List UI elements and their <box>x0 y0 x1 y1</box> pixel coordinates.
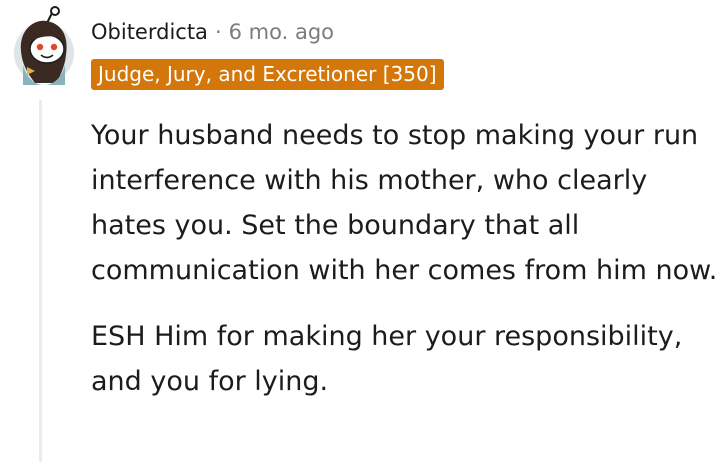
user-flair: Judge, Jury, and Excretioner [350] <box>91 59 444 90</box>
username-link[interactable]: Obiterdicta <box>91 17 208 47</box>
comment-paragraph: ESH Him for making her your responsibili… <box>91 321 683 397</box>
user-avatar[interactable] <box>13 5 75 87</box>
thread-collapse-line[interactable] <box>39 100 42 462</box>
meta-separator: · <box>214 20 222 44</box>
comment-timestamp[interactable]: 6 mo. ago <box>229 17 334 47</box>
comment-meta: Obiterdicta · 6 mo. ago <box>91 17 334 47</box>
comment-body: Your husband needs to stop making your r… <box>91 113 719 404</box>
snoo-avatar-icon <box>14 6 74 85</box>
comment-paragraph: Your husband needs to stop making your r… <box>91 120 718 286</box>
